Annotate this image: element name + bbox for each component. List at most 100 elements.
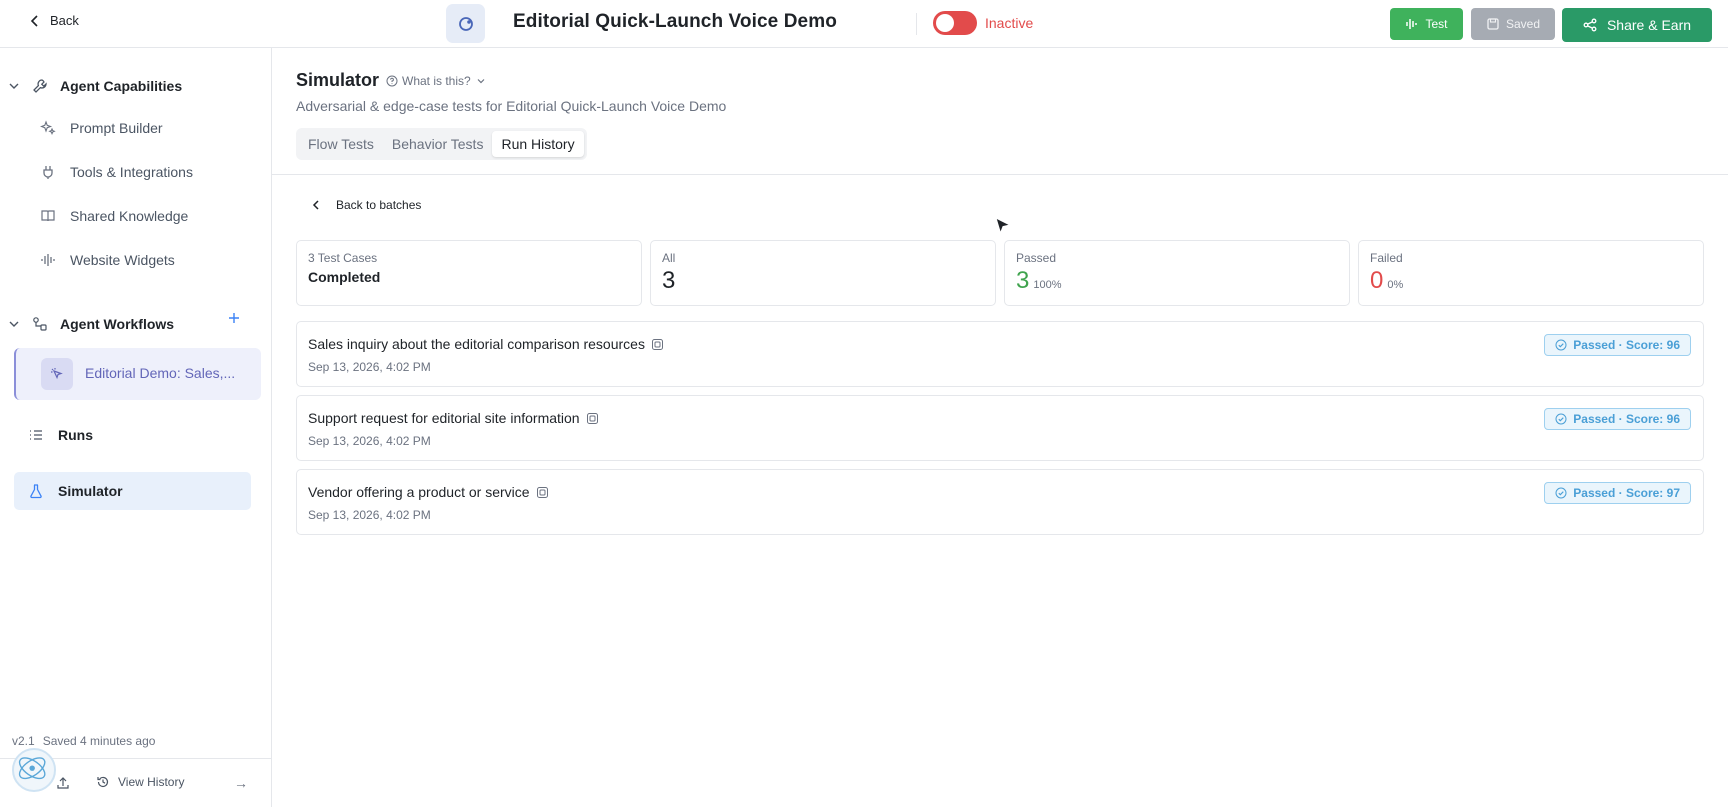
- saved-label: Saved: [1505, 17, 1541, 31]
- test-case-title: Support request for editorial site infor…: [308, 410, 599, 426]
- help-circle-icon: [386, 75, 398, 87]
- check-circle-icon: [1555, 413, 1567, 425]
- status-badge: Passed · Score: 96: [1544, 408, 1691, 430]
- add-workflow-icon[interactable]: [226, 310, 242, 326]
- cursor-click-icon: [41, 358, 73, 390]
- sidebar-item-prompt-builder[interactable]: Prompt Builder: [40, 120, 163, 136]
- copy-icon[interactable]: [536, 486, 549, 499]
- sidebar-item-tools-integrations[interactable]: Tools & Integrations: [40, 164, 193, 180]
- share-icon: [1583, 18, 1597, 32]
- what-is-this-label: What is this?: [402, 74, 471, 88]
- sidebar-item-label: Prompt Builder: [70, 120, 163, 136]
- test-case-row[interactable]: Support request for editorial site infor…: [296, 395, 1704, 461]
- test-case-title: Sales inquiry about the editorial compar…: [308, 336, 664, 352]
- test-case-date: Sep 13, 2026, 4:02 PM: [308, 434, 431, 448]
- section-agent-capabilities[interactable]: Agent Capabilities: [8, 78, 182, 94]
- tab-flow-tests[interactable]: Flow Tests: [299, 131, 383, 157]
- sidebar-item-shared-knowledge[interactable]: Shared Knowledge: [40, 208, 188, 224]
- stat-value-passed: 3 100%: [1016, 267, 1062, 295]
- active-toggle[interactable]: [933, 11, 977, 35]
- upload-icon[interactable]: [56, 776, 70, 790]
- failed-percent: 0%: [1387, 279, 1404, 291]
- test-case-date: Sep 13, 2026, 4:02 PM: [308, 508, 431, 522]
- stat-label: All: [662, 251, 676, 265]
- status-badge: Passed · Score: 97: [1544, 482, 1691, 504]
- chevron-down-icon: [9, 83, 19, 89]
- capabilities-heading: Agent Capabilities: [60, 78, 183, 94]
- badge-text: Passed · Score: 96: [1573, 338, 1680, 352]
- section-title: Simulator: [296, 70, 380, 90]
- sidebar: Agent Capabilities Prompt Builder Tools …: [0, 48, 272, 807]
- test-case-title: Vendor offering a product or service: [308, 484, 549, 500]
- agent-avatar-icon[interactable]: [446, 4, 485, 43]
- sidebar-item-website-widgets[interactable]: Website Widgets: [40, 252, 175, 268]
- simulator-label: Simulator: [58, 483, 123, 499]
- test-case-row[interactable]: Vendor offering a product or service Sep…: [296, 469, 1704, 535]
- history-icon: [97, 776, 109, 788]
- saved-button[interactable]: Saved: [1471, 8, 1555, 40]
- back-to-batches-button[interactable]: Back to batches: [310, 198, 421, 212]
- top-bar: Back Editorial Quick-Launch Voice Demo I…: [0, 0, 1728, 48]
- stat-label: Failed: [1370, 251, 1403, 265]
- copy-icon[interactable]: [651, 338, 664, 351]
- divider: [272, 174, 1728, 175]
- view-history-button[interactable]: View History: [96, 775, 184, 789]
- sparkles-icon: [40, 120, 56, 135]
- save-icon: [1487, 18, 1499, 30]
- chevron-down-icon: [477, 79, 485, 84]
- tab-bar: Flow Tests Behavior Tests Run History: [296, 128, 587, 160]
- stat-passed[interactable]: Passed 3 100%: [1004, 240, 1350, 306]
- badge-text: Passed · Score: 97: [1573, 486, 1680, 500]
- test-case-row[interactable]: Sales inquiry about the editorial compar…: [296, 321, 1704, 387]
- sidebar-item-simulator[interactable]: Simulator: [14, 472, 251, 510]
- check-circle-icon: [1555, 339, 1567, 351]
- list-icon: [30, 430, 42, 440]
- stat-label: 3 Test Cases: [308, 251, 378, 265]
- sidebar-item-label: Tools & Integrations: [70, 164, 193, 180]
- chevron-left-icon: [30, 14, 38, 27]
- test-case-date: Sep 13, 2026, 4:02 PM: [308, 360, 431, 374]
- collapse-arrow-button[interactable]: →: [234, 775, 248, 791]
- workflow-icon: [33, 317, 47, 331]
- test-case-title-text: Sales inquiry about the editorial compar…: [308, 336, 645, 352]
- view-history-label: View History: [118, 775, 185, 789]
- sidebar-item-label: Website Widgets: [70, 252, 175, 268]
- what-is-this-button[interactable]: What is this?: [386, 74, 487, 88]
- sidebar-item-runs[interactable]: Runs: [14, 416, 251, 454]
- check-circle-icon: [1555, 487, 1567, 499]
- workflow-item-editorial-demo[interactable]: Editorial Demo: Sales,...: [14, 348, 261, 400]
- stat-all[interactable]: All 3: [650, 240, 996, 306]
- main-content: Simulator What is this? Adversarial & ed…: [272, 48, 1728, 807]
- tab-run-history[interactable]: Run History: [492, 131, 584, 157]
- stat-label: Passed: [1016, 251, 1057, 265]
- copy-icon[interactable]: [586, 412, 599, 425]
- share-earn-button[interactable]: Share & Earn: [1562, 8, 1712, 42]
- failed-count: 0: [1370, 267, 1384, 294]
- section-agent-workflows[interactable]: Agent Workflows: [8, 316, 174, 332]
- flask-icon: [30, 484, 42, 499]
- workflow-label: Editorial Demo: Sales,...: [85, 365, 236, 381]
- divider: [916, 13, 917, 35]
- back-label: Back: [50, 13, 79, 28]
- workflows-heading: Agent Workflows: [60, 316, 175, 332]
- stat-value-failed: 0 0%: [1370, 267, 1403, 295]
- sidebar-item-label: Shared Knowledge: [70, 208, 189, 224]
- section-subtitle: Adversarial & edge-case tests for Editor…: [296, 98, 727, 114]
- toggle-knob: [936, 14, 954, 32]
- test-button[interactable]: Test: [1390, 8, 1463, 40]
- test-case-title-text: Vendor offering a product or service: [308, 484, 530, 500]
- chevron-down-icon: [9, 321, 19, 327]
- stat-test-cases: 3 Test Cases Completed: [296, 240, 642, 306]
- user-avatar[interactable]: [12, 748, 56, 792]
- back-button[interactable]: Back: [28, 13, 79, 28]
- plug-icon: [43, 166, 53, 179]
- stat-failed[interactable]: Failed 0 0%: [1358, 240, 1704, 306]
- tab-behavior-tests[interactable]: Behavior Tests: [383, 131, 493, 157]
- stat-value: 3: [662, 267, 676, 294]
- saved-text: Saved 4 minutes ago: [42, 734, 156, 748]
- back-to-batches-label: Back to batches: [336, 198, 422, 212]
- passed-count: 3: [1016, 267, 1030, 294]
- version-label: v2.1: [12, 734, 35, 748]
- test-label: Test: [1425, 17, 1448, 31]
- runs-label: Runs: [58, 427, 93, 443]
